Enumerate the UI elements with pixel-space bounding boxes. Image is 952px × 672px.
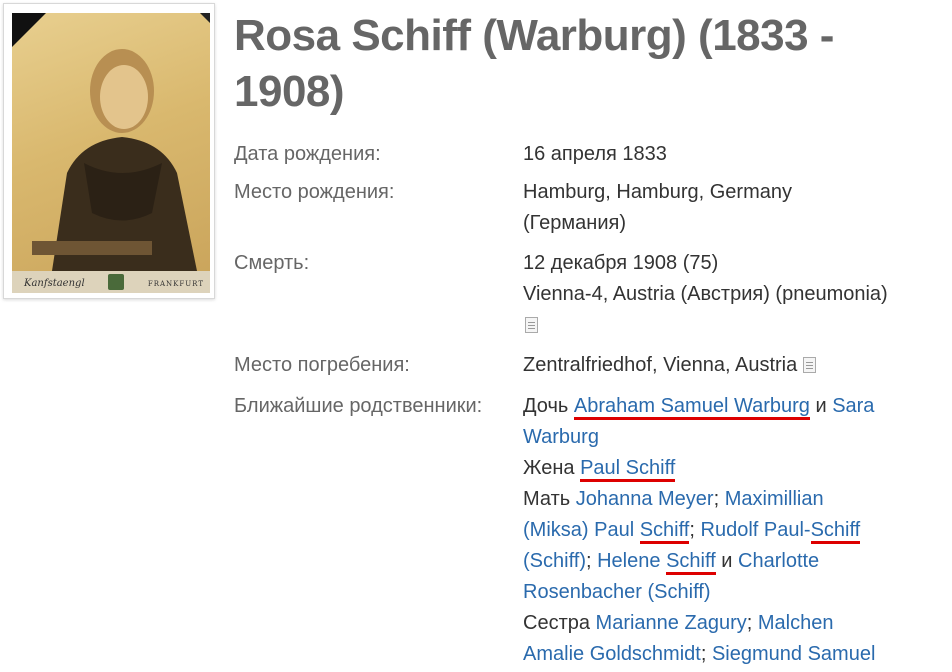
separator: ; (746, 612, 753, 634)
birth-date-value: 16 апреля 1833 (523, 143, 667, 165)
child-link-charlotte-cont[interactable]: Rosenbacher (Schiff) (523, 581, 711, 603)
child-link-maximillian-surname[interactable]: Schiff (639, 519, 690, 544)
death-label: Смерть: (234, 252, 310, 274)
relatives-line: (Schiff); Helene Schiff и Charlotte (523, 546, 948, 577)
child-link-helene-surname[interactable]: Schiff (666, 550, 716, 575)
separator: ; (713, 488, 720, 510)
relatives-line: Amalie Goldschmidt; Siegmund Samuel (523, 639, 948, 670)
sister-prefix: Сестра (523, 612, 590, 634)
father-link[interactable]: Abraham Samuel Warburg (573, 395, 810, 420)
wife-prefix: Жена (523, 457, 575, 479)
photo-city: FRANKFURT (147, 280, 204, 288)
death-date: 12 декабря 1908 (75) (523, 252, 719, 274)
child-link-maximillian-cont[interactable]: (Miksa) Paul (523, 519, 634, 541)
relatives-line: (Miksa) Paul Schiff; Rudolf Paul-Schiff (523, 515, 948, 546)
photo-crest-icon (108, 274, 124, 290)
husband-link[interactable]: Paul Schiff (580, 457, 676, 482)
death-source-line (523, 310, 948, 341)
child-link-rudolf-paren[interactable]: (Schiff) (523, 550, 586, 572)
birth-date-label: Дата рождения: (234, 143, 381, 165)
mother-prefix: Мать (523, 488, 571, 510)
child-link-maximillian[interactable]: Maximillian (725, 488, 824, 510)
child-link-charlotte[interactable]: Charlotte (738, 550, 819, 572)
child-link-helene[interactable]: Helene (597, 550, 660, 572)
birth-place-label: Место рождения: (234, 181, 395, 203)
and-conjunction: и (721, 550, 733, 572)
relatives-line: Rosenbacher (Schiff) (523, 577, 948, 608)
relatives-line: Мать Johanna Meyer; Maximillian (523, 484, 948, 515)
separator: ; (585, 550, 592, 572)
child-link-rudolf-surname[interactable]: Schiff (810, 519, 861, 544)
separator: ; (689, 519, 695, 541)
relatives-value: Дочь Abraham Samuel Warburg и Sara Warbu… (523, 391, 948, 670)
source-document-icon[interactable] (525, 317, 538, 333)
profile-photo[interactable]: Kanfstaengl FRANKFURT (12, 13, 210, 293)
birth-place-value: Hamburg, Hamburg, Germany (Германия) (523, 181, 792, 234)
relatives-label: Ближайшие родственники: (234, 395, 483, 417)
burial-label: Место погребения: (234, 354, 410, 376)
death-value: 12 декабря 1908 (75) Vienna-4, Austria (… (523, 248, 948, 341)
profile-photo-frame[interactable]: Kanfstaengl FRANKFURT (3, 3, 215, 299)
sibling-link-malchen[interactable]: Malchen (758, 612, 834, 634)
relatives-line: Жена Paul Schiff (523, 453, 948, 484)
source-document-icon[interactable] (803, 357, 817, 373)
burial-place: Zentralfriedhof, Vienna, Austria (523, 354, 798, 376)
sibling-link-amalie[interactable]: Amalie Goldschmidt (523, 643, 701, 665)
relatives-line: Дочь Abraham Samuel Warburg и Sara (523, 391, 948, 422)
daughter-prefix: Дочь (523, 395, 569, 417)
and-conjunction: и (815, 395, 827, 417)
sibling-link-marianne[interactable]: Marianne Zagury (596, 612, 747, 634)
sibling-link-siegmund[interactable]: Siegmund Samuel (712, 643, 875, 665)
relatives-line: Сестра Marianne Zagury; Malchen (523, 608, 948, 639)
child-link-rudolf[interactable]: Rudolf Paul- (701, 519, 811, 541)
child-link-johanna[interactable]: Johanna Meyer (576, 488, 714, 510)
page-title: Rosa Schiff (Warburg) (1833 - 1908) (234, 11, 834, 116)
mother-link[interactable]: Sara (832, 395, 874, 417)
photo-signature: Kanfstaengl (24, 278, 85, 289)
death-place: Vienna-4, Austria (Австрия) (pneumonia) (523, 283, 888, 305)
burial-value: Zentralfriedhof, Vienna, Austria (523, 350, 948, 381)
relatives-line: Warburg (523, 422, 948, 453)
portrait-silhouette (32, 49, 197, 271)
separator: ; (700, 643, 707, 665)
mother-link-surname[interactable]: Warburg (523, 426, 599, 448)
